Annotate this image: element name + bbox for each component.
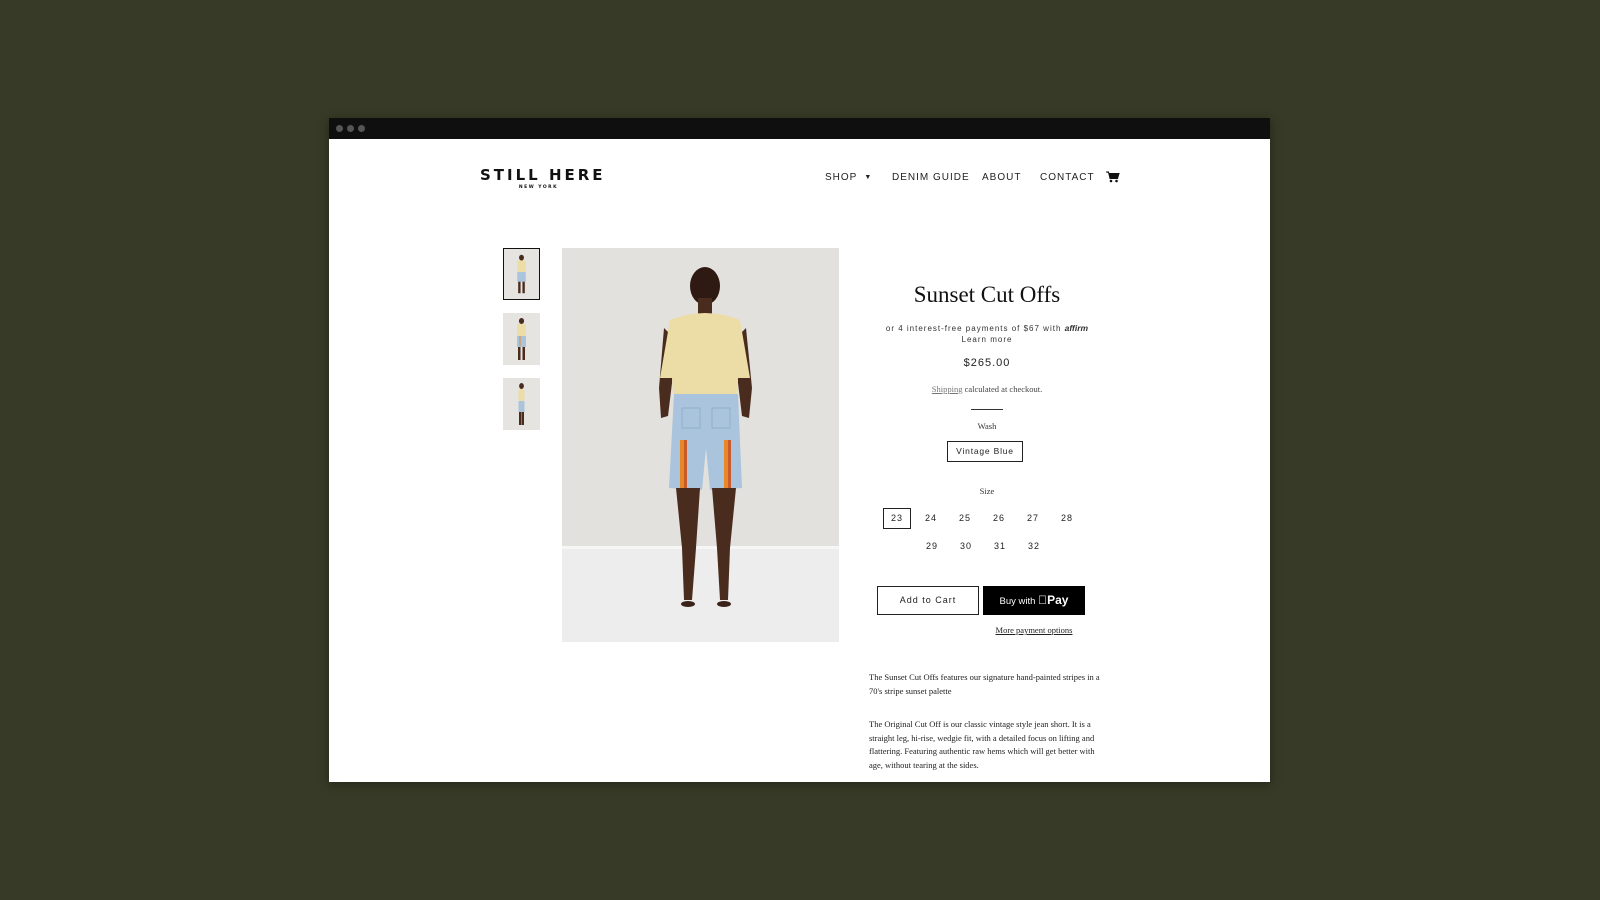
divider xyxy=(971,409,1003,410)
buy-with-apple-pay-button[interactable]: Buy with Pay xyxy=(983,586,1085,615)
product-thumbnail-1[interactable] xyxy=(503,248,540,300)
affirm-text: or 4 interest-free payments of $67 with xyxy=(885,324,1062,333)
nav-item-contact[interactable]: CONTACT xyxy=(1040,172,1095,183)
product-title: Sunset Cut Offs xyxy=(913,282,1061,307)
nav-item-shop[interactable]: SHOP ▼ xyxy=(825,172,872,183)
size-option-23[interactable]: 23 xyxy=(883,508,911,529)
window-close-dot[interactable] xyxy=(336,125,343,132)
wash-label: Wash xyxy=(977,421,997,431)
size-option-32[interactable]: 32 xyxy=(1020,536,1048,557)
nav-item-about[interactable]: ABOUT xyxy=(982,172,1021,183)
shipping-text: calculated at checkout. xyxy=(964,384,1043,394)
product-thumbnail-2[interactable] xyxy=(503,313,540,365)
buy-with-label: Buy with xyxy=(999,596,1036,607)
product-thumbnail-3[interactable] xyxy=(503,378,540,430)
logo-wordmark: STILL HERE xyxy=(480,166,606,184)
nav-item-denim-guide[interactable]: DENIM GUIDE xyxy=(892,172,970,183)
wash-option-vintage-blue[interactable]: Vintage Blue xyxy=(947,441,1023,462)
add-to-cart-button[interactable]: Add to Cart xyxy=(877,586,979,615)
caret-down-icon: ▼ xyxy=(864,174,873,181)
browser-titlebar xyxy=(329,118,1270,139)
affirm-logo: affirm xyxy=(1064,323,1089,333)
site-logo[interactable]: STILL HERE NEW YORK xyxy=(480,166,606,190)
size-option-26[interactable]: 26 xyxy=(985,508,1013,529)
nav-item-label: SHOP xyxy=(825,172,858,183)
shipping-note: Shipping calculated at checkout. xyxy=(869,384,1105,394)
browser-window: STILL HERE NEW YORK SHOP ▼ DENIM GUIDE AB… xyxy=(329,118,1270,782)
logo-location: NEW YORK xyxy=(518,185,559,190)
size-option-28[interactable]: 28 xyxy=(1053,508,1081,529)
learn-more-link[interactable]: Learn more xyxy=(869,335,1105,344)
shipping-link[interactable]: Shipping xyxy=(932,384,963,394)
product-description-2: The Original Cut Off is our classic vint… xyxy=(869,719,1095,770)
size-option-24[interactable]: 24 xyxy=(917,508,945,529)
shopping-cart-icon[interactable] xyxy=(1106,170,1120,188)
apple-icon:  xyxy=(1038,593,1047,607)
page-content: STILL HERE NEW YORK SHOP ▼ DENIM GUIDE AB… xyxy=(329,139,1270,782)
size-option-30[interactable]: 30 xyxy=(952,536,980,557)
product-main-image[interactable] xyxy=(562,248,839,642)
size-label: Size xyxy=(979,486,995,496)
window-maximize-dot[interactable] xyxy=(358,125,365,132)
size-option-25[interactable]: 25 xyxy=(951,508,979,529)
window-minimize-dot[interactable] xyxy=(347,125,354,132)
affirm-financing: or 4 interest-free payments of $67 with … xyxy=(869,323,1105,333)
size-option-31[interactable]: 31 xyxy=(986,536,1014,557)
pay-brand: Pay xyxy=(1042,593,1068,607)
product-price: $265.00 xyxy=(963,357,1011,369)
more-payment-options-link[interactable]: More payment options xyxy=(983,625,1085,635)
size-option-29[interactable]: 29 xyxy=(918,536,946,557)
size-option-27[interactable]: 27 xyxy=(1019,508,1047,529)
product-description-1: The Sunset Cut Offs features our signatu… xyxy=(869,672,1100,696)
